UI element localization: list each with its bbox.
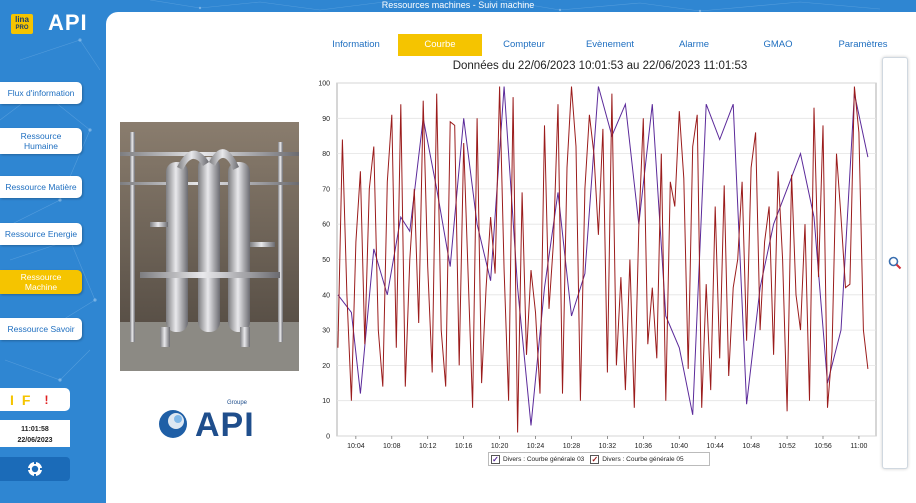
y-tick-label: 40 <box>322 292 330 299</box>
x-tick-label: 10:24 <box>527 443 545 450</box>
legend-label-series-1: Divers : Courbe générale 03 <box>503 455 585 463</box>
y-tick-label: 80 <box>322 151 330 158</box>
y-tick-label: 0 <box>326 434 330 441</box>
legend-item-series-2[interactable]: ✓ Divers : Courbe générale 05 <box>590 454 684 464</box>
x-tick-label: 10:28 <box>563 443 581 450</box>
x-tick-label: 11:00 <box>850 443 867 450</box>
y-tick-label: 30 <box>322 328 330 335</box>
y-tick-label: 90 <box>322 116 330 123</box>
zoom-panel[interactable] <box>882 57 908 469</box>
checkbox-checked-icon[interactable]: ✓ <box>590 454 600 464</box>
x-tick-label: 10:40 <box>670 443 688 450</box>
x-tick-label: 10:56 <box>814 443 832 450</box>
legend-label-series-2: Divers : Courbe générale 05 <box>602 455 684 463</box>
y-tick-label: 60 <box>322 222 330 229</box>
search-icon[interactable] <box>888 256 902 270</box>
checkbox-checked-icon[interactable]: ✓ <box>491 454 500 464</box>
x-tick-label: 10:36 <box>635 443 653 450</box>
x-tick-label: 10:52 <box>778 443 796 450</box>
legend-item-series-1[interactable]: ✓ Divers : Courbe générale 03 <box>491 454 585 464</box>
x-tick-label: 10:12 <box>419 443 437 450</box>
x-tick-label: 10:32 <box>599 443 617 450</box>
y-tick-label: 10 <box>322 398 330 405</box>
x-tick-label: 10:20 <box>491 443 509 450</box>
y-tick-label: 100 <box>318 81 330 88</box>
x-tick-label: 10:48 <box>742 443 760 450</box>
y-tick-label: 20 <box>322 363 330 370</box>
x-tick-label: 10:04 <box>347 443 365 450</box>
x-tick-label: 10:16 <box>455 443 473 450</box>
x-tick-label: 10:08 <box>383 443 401 450</box>
y-tick-label: 50 <box>322 257 330 264</box>
y-tick-label: 70 <box>322 186 330 193</box>
x-tick-label: 10:44 <box>706 443 724 450</box>
line-chart: 0 10 20 30 40 50 60 70 80 90 100 10:04 10:08 10:12 10:… <box>318 81 877 450</box>
chart-legend: ✓ Divers : Courbe générale 03 ✓ Divers :… <box>488 452 710 466</box>
